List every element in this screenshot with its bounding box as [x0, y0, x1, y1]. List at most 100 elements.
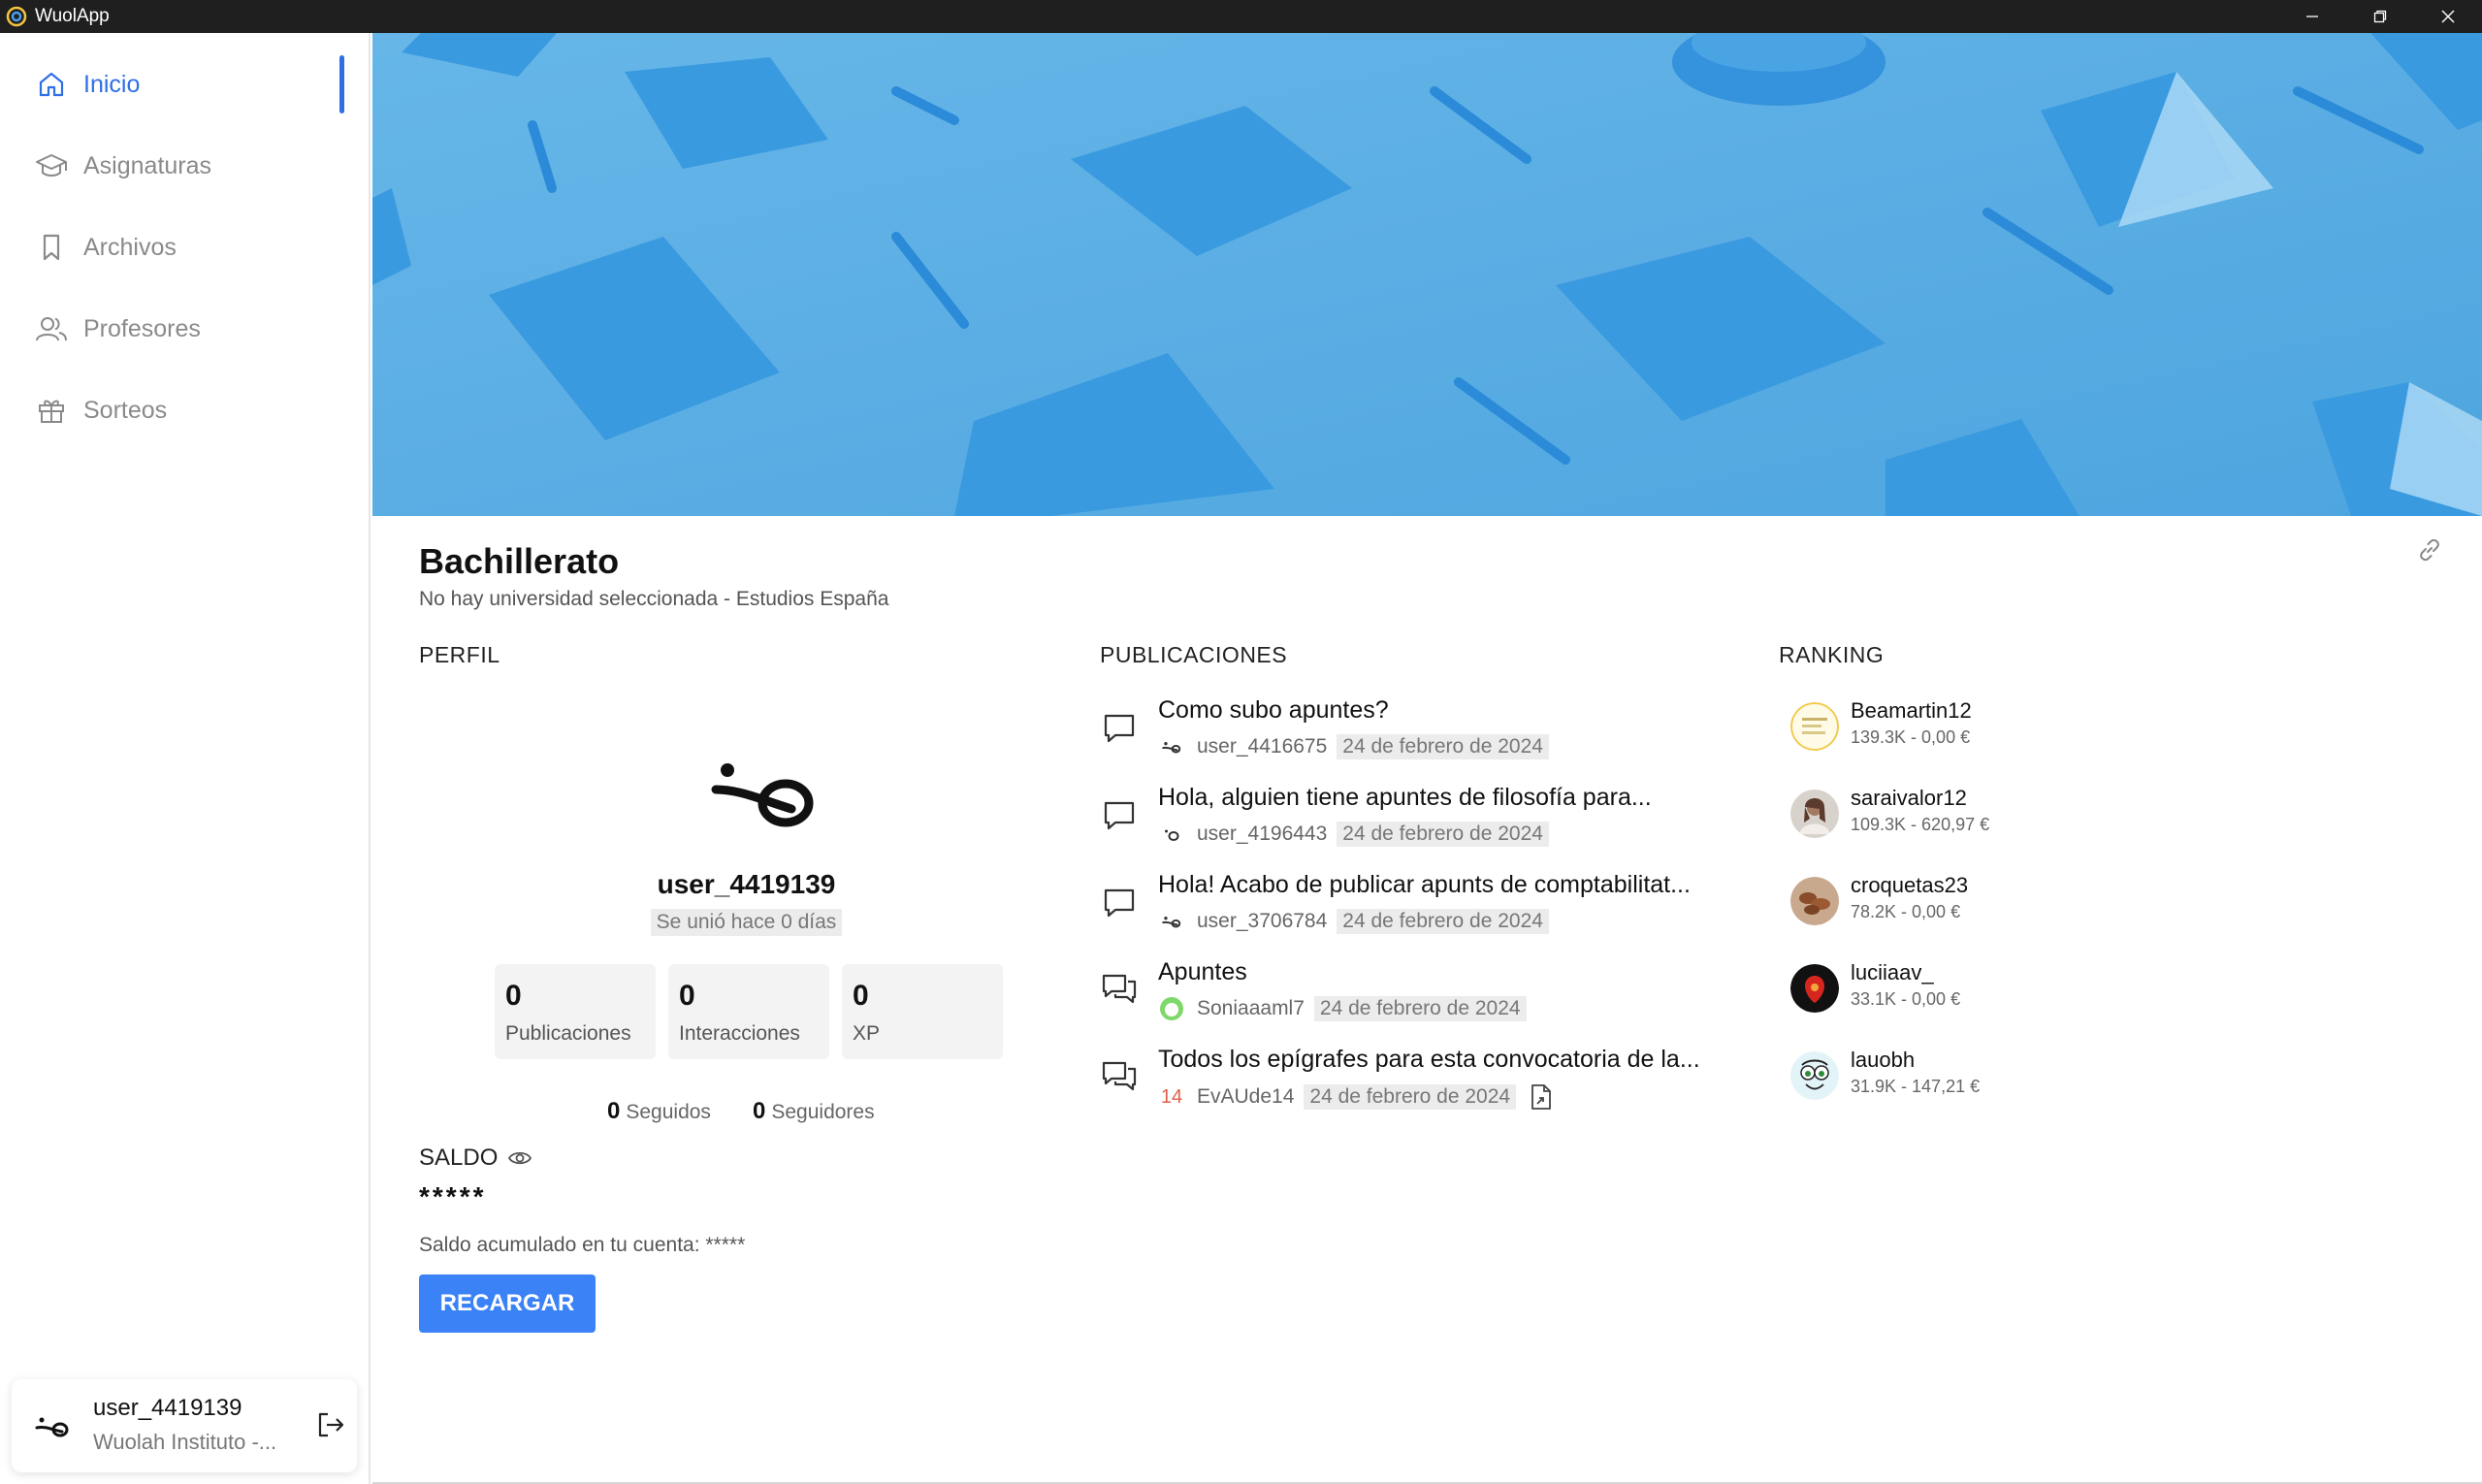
publication-item[interactable]: Hola, alguien tiene apuntes de filosofía… — [1100, 784, 1730, 861]
ranking-stats: 78.2K - 0,00 € — [1851, 902, 1961, 921]
publication-item[interactable]: Todos los epígrafes para esta convocator… — [1100, 1046, 1730, 1123]
recargar-button[interactable]: RECARGAR — [419, 1274, 596, 1333]
publications-section-title: PUBLICACIONES — [1100, 642, 1288, 667]
sidebar-item-label: Inicio — [83, 70, 141, 98]
ranking-name: croquetas23 — [1851, 873, 1969, 897]
stat-label: Interacciones — [679, 1022, 800, 1045]
ranking-stats: 31.9K - 147,21 € — [1851, 1077, 1981, 1096]
restore-button[interactable] — [2346, 0, 2414, 33]
avatar — [1790, 1051, 1839, 1100]
publication-item[interactable]: Hola! Acabo de publicar apunts de compta… — [1100, 871, 1730, 949]
chat-bubbles-icon — [1102, 1061, 1137, 1091]
window-title: WuolApp — [35, 6, 110, 26]
publication-user[interactable]: user_4416675 — [1197, 735, 1327, 758]
link-icon[interactable] — [2415, 535, 2444, 565]
saldo-value: ***** — [419, 1181, 487, 1211]
sidebar-item-profesores[interactable]: Profesores — [33, 302, 343, 356]
users-icon — [33, 310, 70, 347]
page-title: Bachillerato — [419, 541, 620, 581]
user-avatar-badge: 14 — [1160, 1085, 1183, 1108]
publication-date: 24 de febrero de 2024 — [1313, 996, 1527, 1021]
user-avatar — [1158, 995, 1185, 1022]
app-logo-icon — [6, 6, 27, 27]
minimize-button[interactable] — [2278, 0, 2346, 33]
saldo-title: SALDO — [419, 1145, 499, 1171]
sidebar-item-label: Profesores — [83, 314, 201, 342]
publication-user[interactable]: Soniaaaml7 — [1197, 997, 1305, 1020]
title-bar: WuolApp — [0, 0, 2482, 33]
close-icon — [2441, 10, 2455, 23]
sidebar-item-archivos[interactable]: Archivos — [33, 220, 343, 274]
sidebar-item-label: Asignaturas — [83, 151, 212, 179]
sidebar: Inicio Asignaturas Archivos Profesores S… — [0, 33, 371, 1484]
ranking-name: saraivalor12 — [1851, 786, 1967, 810]
graduation-cap-icon — [33, 147, 70, 184]
home-icon — [33, 66, 70, 103]
gift-icon — [33, 392, 70, 429]
ranking-stats: 109.3K - 620,97 € — [1851, 815, 1990, 834]
ranking-item[interactable]: croquetas23 78.2K - 0,00 € — [1790, 871, 2178, 939]
user-avatar — [1158, 908, 1185, 935]
following-value: 0 — [607, 1098, 621, 1124]
sidebar-item-label: Archivos — [83, 233, 177, 261]
publication-user[interactable]: EvAUde14 — [1197, 1085, 1294, 1109]
wuolah-logo-icon — [35, 1417, 69, 1437]
current-user-name: user_4419139 — [93, 1395, 242, 1421]
banner-image — [372, 33, 2482, 516]
ranking-item[interactable]: Beamartin12 139.3K - 0,00 € — [1790, 696, 2178, 764]
followers-value: 0 — [753, 1098, 766, 1124]
stat-interacciones: 0 Interacciones — [668, 964, 829, 1059]
current-user-card[interactable]: user_4419139 Wuolah Instituto -... — [12, 1379, 357, 1472]
avatar — [1790, 877, 1839, 925]
followers-label: Seguidores — [771, 1101, 875, 1123]
publication-user[interactable]: user_4196443 — [1197, 823, 1327, 846]
sidebar-item-asignaturas[interactable]: Asignaturas — [33, 139, 343, 193]
profile-joined-badge: Se unió hace 0 días — [650, 909, 843, 936]
ranking-section-title: RANKING — [1779, 642, 1885, 667]
chat-bubble-icon — [1104, 714, 1135, 743]
stat-label: XP — [853, 1022, 881, 1045]
user-avatar — [1158, 821, 1185, 848]
publication-date: 24 de febrero de 2024 — [1337, 734, 1549, 759]
stat-xp: 0 XP — [842, 964, 1003, 1059]
publication-title: Todos los epígrafes para esta convocator… — [1158, 1046, 1700, 1073]
following-count[interactable]: 0 Seguidos — [607, 1098, 711, 1125]
stat-value: 0 — [679, 980, 695, 1012]
page-subtitle: No hay universidad seleccionada - Estudi… — [419, 588, 889, 610]
ranking-name: Beamartin12 — [1851, 698, 1972, 723]
current-user-institution: Wuolah Instituto -... — [93, 1430, 277, 1454]
publication-title: Hola, alguien tiene apuntes de filosofía… — [1158, 784, 1652, 811]
eye-icon[interactable] — [507, 1145, 532, 1171]
publication-title: Hola! Acabo de publicar apunts de compta… — [1158, 871, 1691, 898]
logout-icon[interactable] — [314, 1408, 347, 1441]
followers-count[interactable]: 0 Seguidores — [753, 1098, 875, 1125]
close-button[interactable] — [2414, 0, 2482, 33]
sidebar-item-inicio[interactable]: Inicio — [33, 57, 343, 112]
publication-date: 24 de febrero de 2024 — [1337, 822, 1549, 847]
saldo-header: SALDO — [419, 1145, 532, 1172]
ranking-item[interactable]: lauobh 31.9K - 147,21 € — [1790, 1046, 2178, 1113]
publication-date: 24 de febrero de 2024 — [1337, 909, 1549, 934]
chat-bubble-icon — [1104, 801, 1135, 830]
avatar — [1790, 790, 1839, 838]
publication-title: Apuntes — [1158, 958, 1247, 985]
publication-item[interactable]: Como subo apuntes? user_4416675 24 de fe… — [1100, 696, 1730, 774]
sidebar-item-label: Sorteos — [83, 396, 168, 424]
publication-date: 24 de febrero de 2024 — [1304, 1084, 1517, 1110]
avatar — [1790, 964, 1839, 1013]
minimize-icon — [2306, 16, 2318, 17]
ranking-stats: 139.3K - 0,00 € — [1851, 727, 1971, 747]
ranking-name: luciiaav_ — [1851, 960, 1934, 984]
ranking-stats: 33.1K - 0,00 € — [1851, 989, 1961, 1009]
publication-user[interactable]: user_3706784 — [1197, 910, 1327, 933]
chat-bubble-icon — [1104, 888, 1135, 918]
sidebar-item-sorteos[interactable]: Sorteos — [33, 383, 343, 437]
document-icon — [1531, 1084, 1551, 1110]
avatar — [1790, 702, 1839, 751]
bookmark-icon — [33, 229, 70, 266]
ranking-item[interactable]: saraivalor12 109.3K - 620,97 € — [1790, 784, 2178, 852]
ranking-name: lauobh — [1851, 1048, 1916, 1072]
stat-publicaciones: 0 Publicaciones — [495, 964, 656, 1059]
publication-item[interactable]: Apuntes Soniaaaml7 24 de febrero de 2024 — [1100, 958, 1730, 1036]
ranking-item[interactable]: luciiaav_ 33.1K - 0,00 € — [1790, 958, 2178, 1026]
